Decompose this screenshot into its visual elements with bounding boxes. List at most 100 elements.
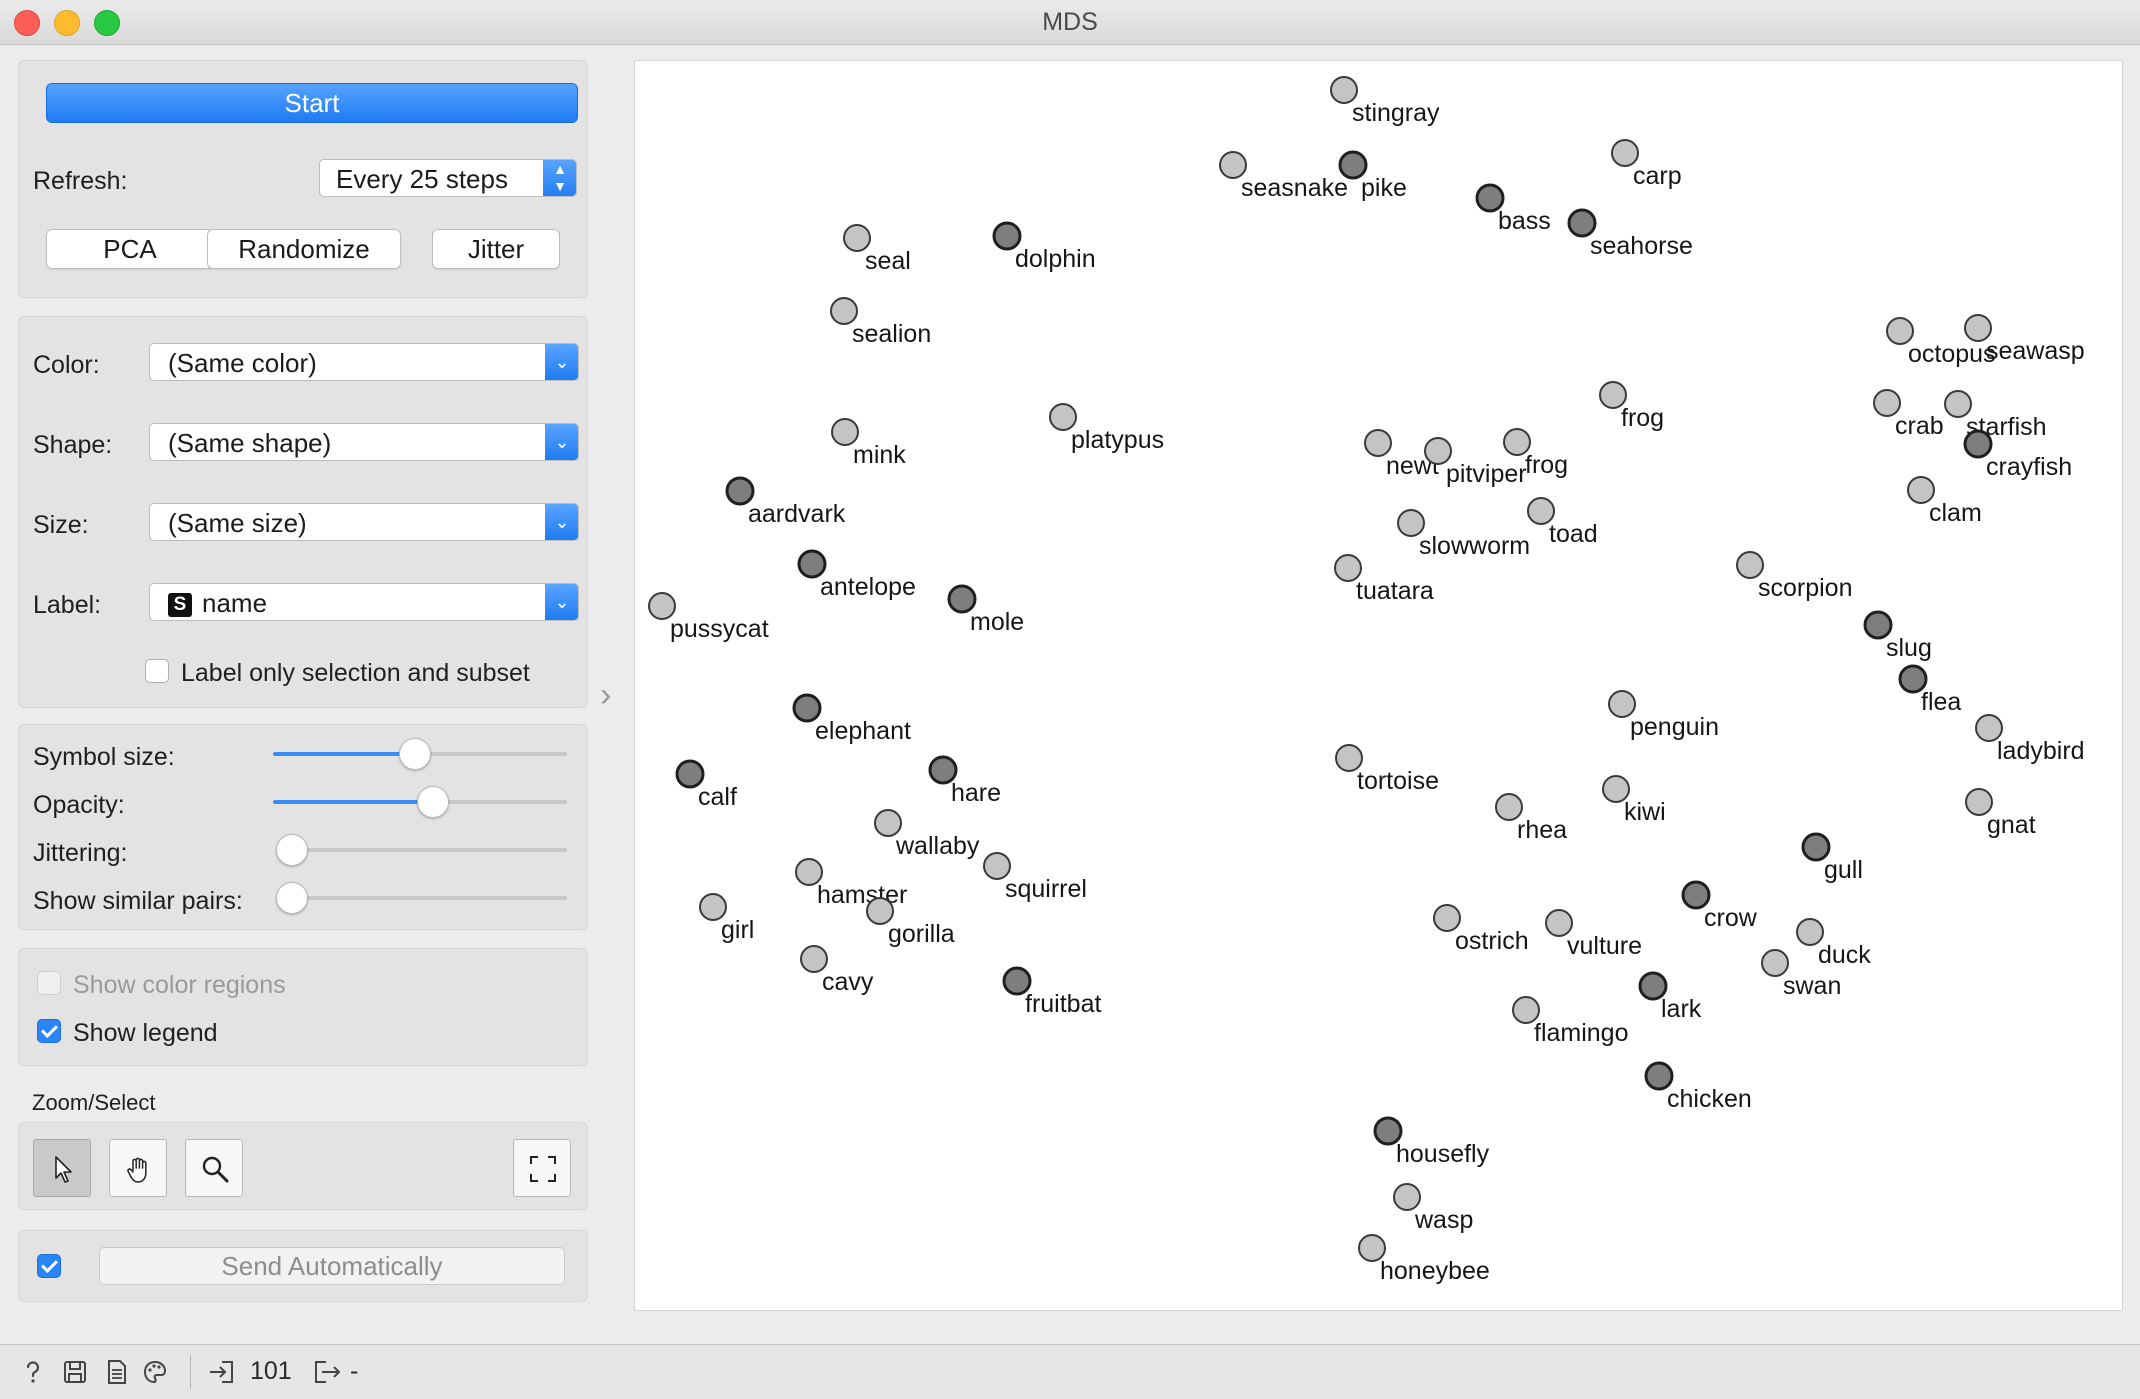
status-divider xyxy=(190,1355,191,1389)
zoom-select-box xyxy=(18,1122,588,1210)
opacity-slider[interactable] xyxy=(273,786,567,818)
title-bar: MDS xyxy=(0,0,2140,45)
select-tool-button[interactable] xyxy=(33,1139,91,1197)
point-label: seahorse xyxy=(1590,232,1693,260)
pan-tool-button[interactable] xyxy=(109,1139,167,1197)
point-label: honeybee xyxy=(1380,1257,1490,1285)
point-label: antelope xyxy=(820,573,916,601)
collapse-panel-icon[interactable]: › xyxy=(600,676,611,715)
chevron-down-icon: ⌄ xyxy=(545,424,578,460)
point-label: kiwi xyxy=(1624,798,1666,826)
point-label: wasp xyxy=(1414,1206,1473,1234)
visual-settings-icon[interactable] xyxy=(142,1359,168,1385)
point-label: toad xyxy=(1549,520,1598,548)
point-label: octopus xyxy=(1908,340,1996,368)
opacity-label: Opacity: xyxy=(33,791,125,819)
point-label: elephant xyxy=(815,717,911,745)
color-select[interactable]: (Same color) ⌄ xyxy=(149,343,579,381)
point-label: aardvark xyxy=(748,500,846,528)
zoom-tool-button[interactable] xyxy=(185,1139,243,1197)
point-label: seasnake xyxy=(1241,174,1348,202)
jitter-button[interactable]: Jitter xyxy=(432,229,560,269)
opacity-handle[interactable] xyxy=(416,786,449,818)
point-label: cavy xyxy=(822,968,874,996)
point-label: frog xyxy=(1525,451,1568,479)
point-label: duck xyxy=(1818,941,1871,969)
label-select-value: name xyxy=(202,588,268,618)
point-label: gorilla xyxy=(888,920,955,948)
point-label: seawasp xyxy=(1986,337,2085,365)
show-color-regions-label: Show color regions xyxy=(73,971,286,999)
pointer-icon xyxy=(55,1156,72,1183)
refresh-select[interactable]: Every 25 steps ▲ ▼ xyxy=(319,159,577,197)
point-label: slowworm xyxy=(1419,532,1530,560)
point-label: dolphin xyxy=(1015,245,1096,273)
point-label: housefly xyxy=(1396,1140,1490,1168)
optimization-box: Start Refresh: Every 25 steps ▲ ▼ PCA Ran… xyxy=(18,60,588,298)
point-label: hare xyxy=(951,779,1001,807)
point-label: gull xyxy=(1824,856,1863,884)
point-label: flamingo xyxy=(1534,1019,1629,1047)
help-icon[interactable] xyxy=(20,1359,46,1385)
label-label: Label: xyxy=(33,591,102,619)
point-label: fruitbat xyxy=(1025,990,1101,1018)
reset-zoom-button[interactable] xyxy=(513,1139,571,1197)
pca-button[interactable]: PCA xyxy=(46,229,214,269)
size-select[interactable]: (Same size) ⌄ xyxy=(149,503,579,541)
shape-select[interactable]: (Same shape) ⌄ xyxy=(149,423,579,461)
point-label: penguin xyxy=(1630,713,1719,741)
point-label: mink xyxy=(853,441,906,469)
save-icon[interactable] xyxy=(62,1359,88,1385)
send-automatically-button[interactable]: Send Automatically xyxy=(99,1247,565,1285)
jittering-slider[interactable] xyxy=(276,834,567,866)
point-label: sealion xyxy=(852,320,931,348)
output-icon xyxy=(315,1361,341,1383)
label-select[interactable]: Sname ⌄ xyxy=(149,583,579,621)
label-only-selection-checkbox[interactable] xyxy=(145,659,169,683)
chevron-down-icon: ⌄ xyxy=(545,344,578,380)
point-label: platypus xyxy=(1071,426,1164,454)
symbol-size-handle[interactable] xyxy=(399,738,432,770)
jittering-handle[interactable] xyxy=(276,834,308,866)
window-title: MDS xyxy=(1042,8,1098,36)
point-label: crayfish xyxy=(1986,453,2072,481)
refresh-select-value: Every 25 steps xyxy=(336,164,508,194)
symbol-size-slider[interactable] xyxy=(273,738,567,770)
send-automatically-checkbox[interactable] xyxy=(37,1254,61,1278)
fit-to-view-icon xyxy=(530,1156,556,1182)
point-label: crow xyxy=(1704,904,1758,932)
sliders-box: Symbol size: Opacity: Jittering: Show si… xyxy=(18,724,588,930)
similar-pairs-slider[interactable] xyxy=(276,882,567,914)
mds-plot[interactable]: stingray seasnake pike carp bass seahorse seal… xyxy=(634,60,2123,1311)
point-label: frog xyxy=(1621,404,1664,432)
symbol-size-fill xyxy=(273,752,415,756)
output-value: - xyxy=(350,1357,359,1385)
point-label: seal xyxy=(865,247,911,275)
color-label: Color: xyxy=(33,351,100,379)
similar-pairs-handle[interactable] xyxy=(276,882,308,914)
show-legend-checkbox[interactable] xyxy=(37,1019,61,1043)
point-label: bass xyxy=(1498,207,1551,235)
label-only-selection-label: Label only selection and subset xyxy=(181,659,530,687)
start-button[interactable]: Start xyxy=(46,83,578,123)
point-label: pitviper xyxy=(1446,460,1527,488)
input-icon xyxy=(210,1361,233,1383)
size-label: Size: xyxy=(33,511,89,539)
show-legend-label: Show legend xyxy=(73,1019,218,1047)
stepper-icon: ▲ ▼ xyxy=(543,160,576,196)
point-label: calf xyxy=(698,783,737,811)
scatter-plot-svg[interactable]: stingray seasnake pike carp bass seahorse seal… xyxy=(635,61,2122,1310)
show-color-regions-checkbox[interactable] xyxy=(37,971,61,995)
point-label: rhea xyxy=(1517,816,1567,844)
point-label: lark xyxy=(1661,995,1702,1023)
point-label: crab xyxy=(1895,412,1944,440)
point-label: wallaby xyxy=(895,832,980,860)
point-label: mole xyxy=(970,608,1024,636)
point-label: carp xyxy=(1633,162,1682,190)
point-label: ladybird xyxy=(1997,737,2085,765)
send-box: Send Automatically xyxy=(18,1230,588,1302)
opacity-fill xyxy=(273,800,432,804)
randomize-button[interactable]: Randomize xyxy=(207,229,401,269)
report-icon[interactable] xyxy=(104,1359,130,1385)
refresh-label: Refresh: xyxy=(33,167,128,195)
